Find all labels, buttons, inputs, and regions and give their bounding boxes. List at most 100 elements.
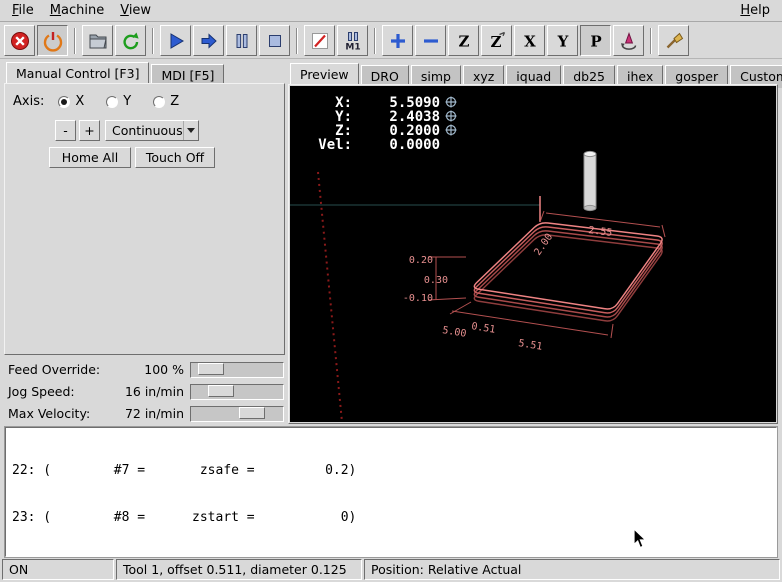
machine-power-button[interactable]: [37, 25, 68, 56]
open-file-button[interactable]: [82, 25, 113, 56]
skip-lines-button[interactable]: [304, 25, 335, 56]
view-y-button[interactable]: Y: [547, 25, 578, 56]
toolbar-separator: [374, 28, 376, 54]
jog-mode-value: Continuous: [112, 123, 183, 138]
toolbar-separator: [650, 28, 652, 54]
power-icon: [42, 30, 64, 52]
jog-mode-select[interactable]: Continuous: [105, 120, 199, 141]
menu-machine[interactable]: Machine: [42, 1, 112, 20]
view-y-icon: Y: [552, 30, 574, 52]
clear-plot-broom-icon: [663, 30, 685, 52]
radio-y-label: Y: [123, 94, 131, 109]
toolbar-separator: [296, 28, 298, 54]
svg-text:M1: M1: [345, 42, 360, 52]
svg-text:Z: Z: [458, 32, 469, 50]
view-x-button[interactable]: X: [514, 25, 545, 56]
combo-arrow-box: [183, 121, 198, 140]
step-button[interactable]: [193, 25, 224, 56]
gcode-listing[interactable]: 22: ( #7 = zsafe = 0.2) 23: ( #8 = zstar…: [5, 427, 777, 557]
view-perspective-icon: P: [585, 30, 607, 52]
estop-button[interactable]: [4, 25, 35, 56]
view-x-icon: X: [519, 30, 541, 52]
manual-control-panel: Axis: X Y Z - + Continuous Home All Touc…: [4, 83, 285, 355]
stop-button[interactable]: [259, 25, 290, 56]
view-z-rotated-button[interactable]: Z: [481, 25, 512, 56]
toolbar: M1 Z Z X Y P: [0, 23, 782, 59]
axis-homed-icons: [446, 97, 457, 136]
stop-icon: [264, 30, 286, 52]
feed-override-slider[interactable]: [190, 362, 284, 378]
machine-state-cell: ON: [2, 559, 114, 580]
zoom-in-button[interactable]: [382, 25, 413, 56]
radio-y-indicator: [106, 96, 118, 108]
touch-off-button[interactable]: Touch Off: [135, 147, 215, 168]
view-z-rotated-icon: Z: [486, 30, 508, 52]
view-z-button[interactable]: Z: [448, 25, 479, 56]
menu-file[interactable]: File: [4, 1, 42, 20]
view-perspective-button[interactable]: P: [580, 25, 611, 56]
menu-help[interactable]: Help: [732, 1, 778, 20]
toolbar-separator: [74, 28, 76, 54]
axis-radio-x[interactable]: X: [58, 94, 84, 109]
gcode-line: 23: ( #8 = zstart = 0): [12, 510, 774, 526]
max-velocity-handle[interactable]: [239, 407, 265, 419]
pause-icon: [231, 30, 253, 52]
preview-canvas[interactable]: 2.55 2.00 0.20 0.30 -0.10 5.00 0.51 5.51…: [290, 86, 776, 422]
chevron-down-icon: [187, 128, 195, 133]
run-icon: [165, 30, 187, 52]
estop-icon: [9, 30, 31, 52]
axis-label: Axis:: [13, 94, 44, 109]
svg-text:X: X: [524, 32, 536, 50]
max-velocity-slider[interactable]: [190, 406, 284, 422]
view-z-icon: Z: [453, 30, 475, 52]
optional-pause-icon: M1: [342, 30, 364, 52]
optional-pause-button[interactable]: M1: [337, 25, 368, 56]
svg-text:Z: Z: [490, 33, 501, 51]
gcode-line: 22: ( #7 = zsafe = 0.2): [12, 463, 774, 479]
feed-override-handle[interactable]: [198, 363, 224, 375]
run-button[interactable]: [160, 25, 191, 56]
rotate-view-button[interactable]: [613, 25, 644, 56]
zoom-in-icon: [387, 30, 409, 52]
step-arrow-icon: [198, 30, 220, 52]
jog-speed-value: 16 in/min: [125, 384, 184, 399]
home-all-button[interactable]: Home All: [49, 147, 131, 168]
feed-override-label: Feed Override:: [8, 362, 100, 377]
statusbar: ON Tool 1, offset 0.511, diameter 0.125 …: [2, 559, 780, 580]
clear-plot-button[interactable]: [658, 25, 689, 56]
dro-vel-label: Vel:: [318, 137, 352, 153]
radio-x-indicator: [58, 96, 70, 108]
axis-radio-z[interactable]: Z: [153, 94, 179, 109]
preview-3d-scene: 2.55 2.00 0.20 0.30 -0.10 5.00 0.51 5.51…: [290, 86, 776, 422]
toolbar-separator: [152, 28, 154, 54]
rotate-view-icon: [618, 30, 640, 52]
max-velocity-label: Max Velocity:: [8, 406, 90, 421]
preview-panel: 2.55 2.00 0.20 0.30 -0.10 5.00 0.51 5.51…: [288, 84, 778, 424]
jog-speed-label: Jog Speed:: [8, 384, 75, 399]
zoom-out-icon: [420, 30, 442, 52]
dim-label: 0.30: [424, 275, 448, 286]
menubar: File Machine View Help: [0, 0, 782, 22]
reload-button[interactable]: [115, 25, 146, 56]
position-mode-cell: Position: Relative Actual: [364, 559, 780, 580]
pause-button[interactable]: [226, 25, 257, 56]
radio-x-label: X: [75, 94, 84, 109]
svg-text:P: P: [590, 32, 601, 50]
jog-speed-handle[interactable]: [208, 385, 234, 397]
skip-lines-icon: [309, 30, 331, 52]
dro-vel-value: 0.0000: [389, 137, 440, 153]
max-velocity-value: 72 in/min: [125, 406, 184, 421]
jog-minus-button[interactable]: -: [55, 120, 76, 141]
feed-override-value: 100 %: [144, 362, 184, 377]
dim-label: 0.20: [409, 255, 433, 266]
reload-icon: [120, 30, 142, 52]
menu-view[interactable]: View: [112, 1, 159, 20]
jog-speed-slider[interactable]: [190, 384, 284, 400]
dim-label: -0.10: [403, 293, 433, 304]
override-sliders: Feed Override: 100 % Jog Speed: 16 in/mi…: [4, 358, 285, 424]
tool-cylinder: [584, 151, 596, 210]
jog-plus-button[interactable]: +: [79, 120, 100, 141]
axis-radio-y[interactable]: Y: [106, 94, 131, 109]
gcode-line: 24: ( #9 = xctr = 5): [12, 556, 774, 557]
zoom-out-button[interactable]: [415, 25, 446, 56]
